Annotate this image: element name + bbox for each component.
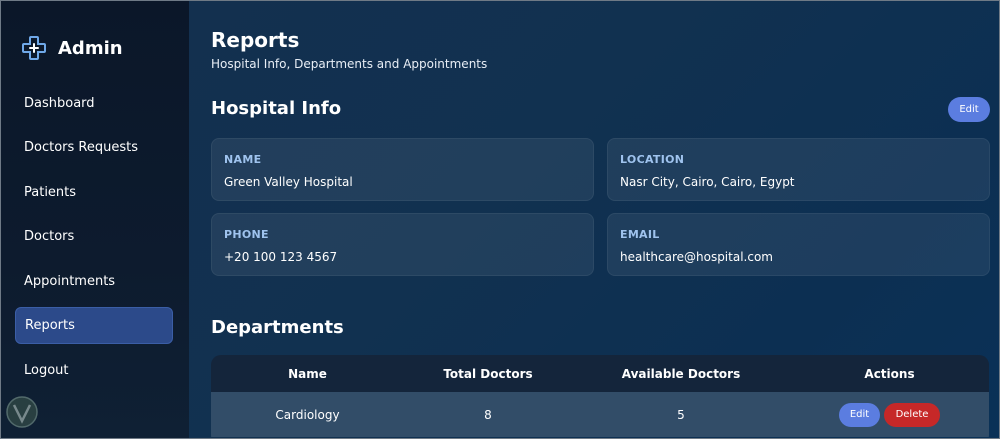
info-label: PHONE	[224, 228, 269, 241]
sidebar: Admin Dashboard Doctors Requests Patient…	[1, 1, 189, 438]
departments-title: Departments	[211, 317, 344, 338]
brand-title: Admin	[58, 37, 123, 59]
info-value: Green Valley Hospital	[224, 175, 353, 189]
total-doctors-cell: 8	[484, 407, 492, 422]
column-header: Available Doctors	[621, 366, 741, 381]
medical-cross-icon	[22, 36, 46, 60]
edit-department-button[interactable]: Edit	[839, 402, 880, 427]
info-card-phone: PHONE +20 100 123 4567	[211, 213, 594, 276]
main-content: Reports Hospital Info, Departments and A…	[189, 1, 999, 438]
info-label: NAME	[224, 153, 262, 166]
info-label: EMAIL	[620, 228, 660, 241]
info-card-location: LOCATION Nasr City, Cairo, Cairo, Egypt	[607, 138, 990, 201]
actions-cell: Edit Delete	[790, 402, 989, 427]
delete-department-button[interactable]: Delete	[884, 402, 940, 427]
page-title: Reports	[211, 28, 300, 52]
info-card-name: NAME Green Valley Hospital	[211, 138, 594, 201]
watermark-logo-icon	[6, 396, 38, 428]
sidebar-item-patients[interactable]: Patients	[15, 174, 173, 211]
sidebar-item-reports[interactable]: Reports	[15, 307, 173, 344]
column-header: Name	[288, 366, 327, 381]
edit-hospital-info-button[interactable]: Edit	[948, 97, 990, 122]
column-header: Actions	[864, 366, 915, 381]
info-value: Nasr City, Cairo, Cairo, Egypt	[620, 175, 795, 189]
brand: Admin	[20, 34, 123, 62]
available-doctors-cell: 5	[677, 407, 685, 422]
info-value: healthcare@hospital.com	[620, 250, 773, 264]
app-window: Admin Dashboard Doctors Requests Patient…	[0, 0, 1000, 439]
info-label: LOCATION	[620, 153, 685, 166]
page-subtitle: Hospital Info, Departments and Appointme…	[211, 57, 488, 71]
table-header: Name Total Doctors Available Doctors Act…	[211, 355, 989, 392]
sidebar-item-dashboard[interactable]: Dashboard	[15, 85, 173, 122]
info-value: +20 100 123 4567	[224, 250, 338, 264]
sidebar-item-appointments[interactable]: Appointments	[15, 263, 173, 300]
sidebar-item-logout[interactable]: Logout	[15, 352, 173, 389]
column-header: Total Doctors	[443, 366, 533, 381]
table-row: Cardiology 8 5 Edit Delete	[211, 392, 989, 437]
sidebar-item-doctors[interactable]: Doctors	[15, 218, 173, 255]
department-name-cell: Cardiology	[275, 407, 340, 422]
sidebar-item-doctors-requests[interactable]: Doctors Requests	[15, 129, 173, 166]
info-card-email: EMAIL healthcare@hospital.com	[607, 213, 990, 276]
departments-table: Name Total Doctors Available Doctors Act…	[211, 355, 989, 438]
hospital-info-title: Hospital Info	[211, 98, 342, 119]
